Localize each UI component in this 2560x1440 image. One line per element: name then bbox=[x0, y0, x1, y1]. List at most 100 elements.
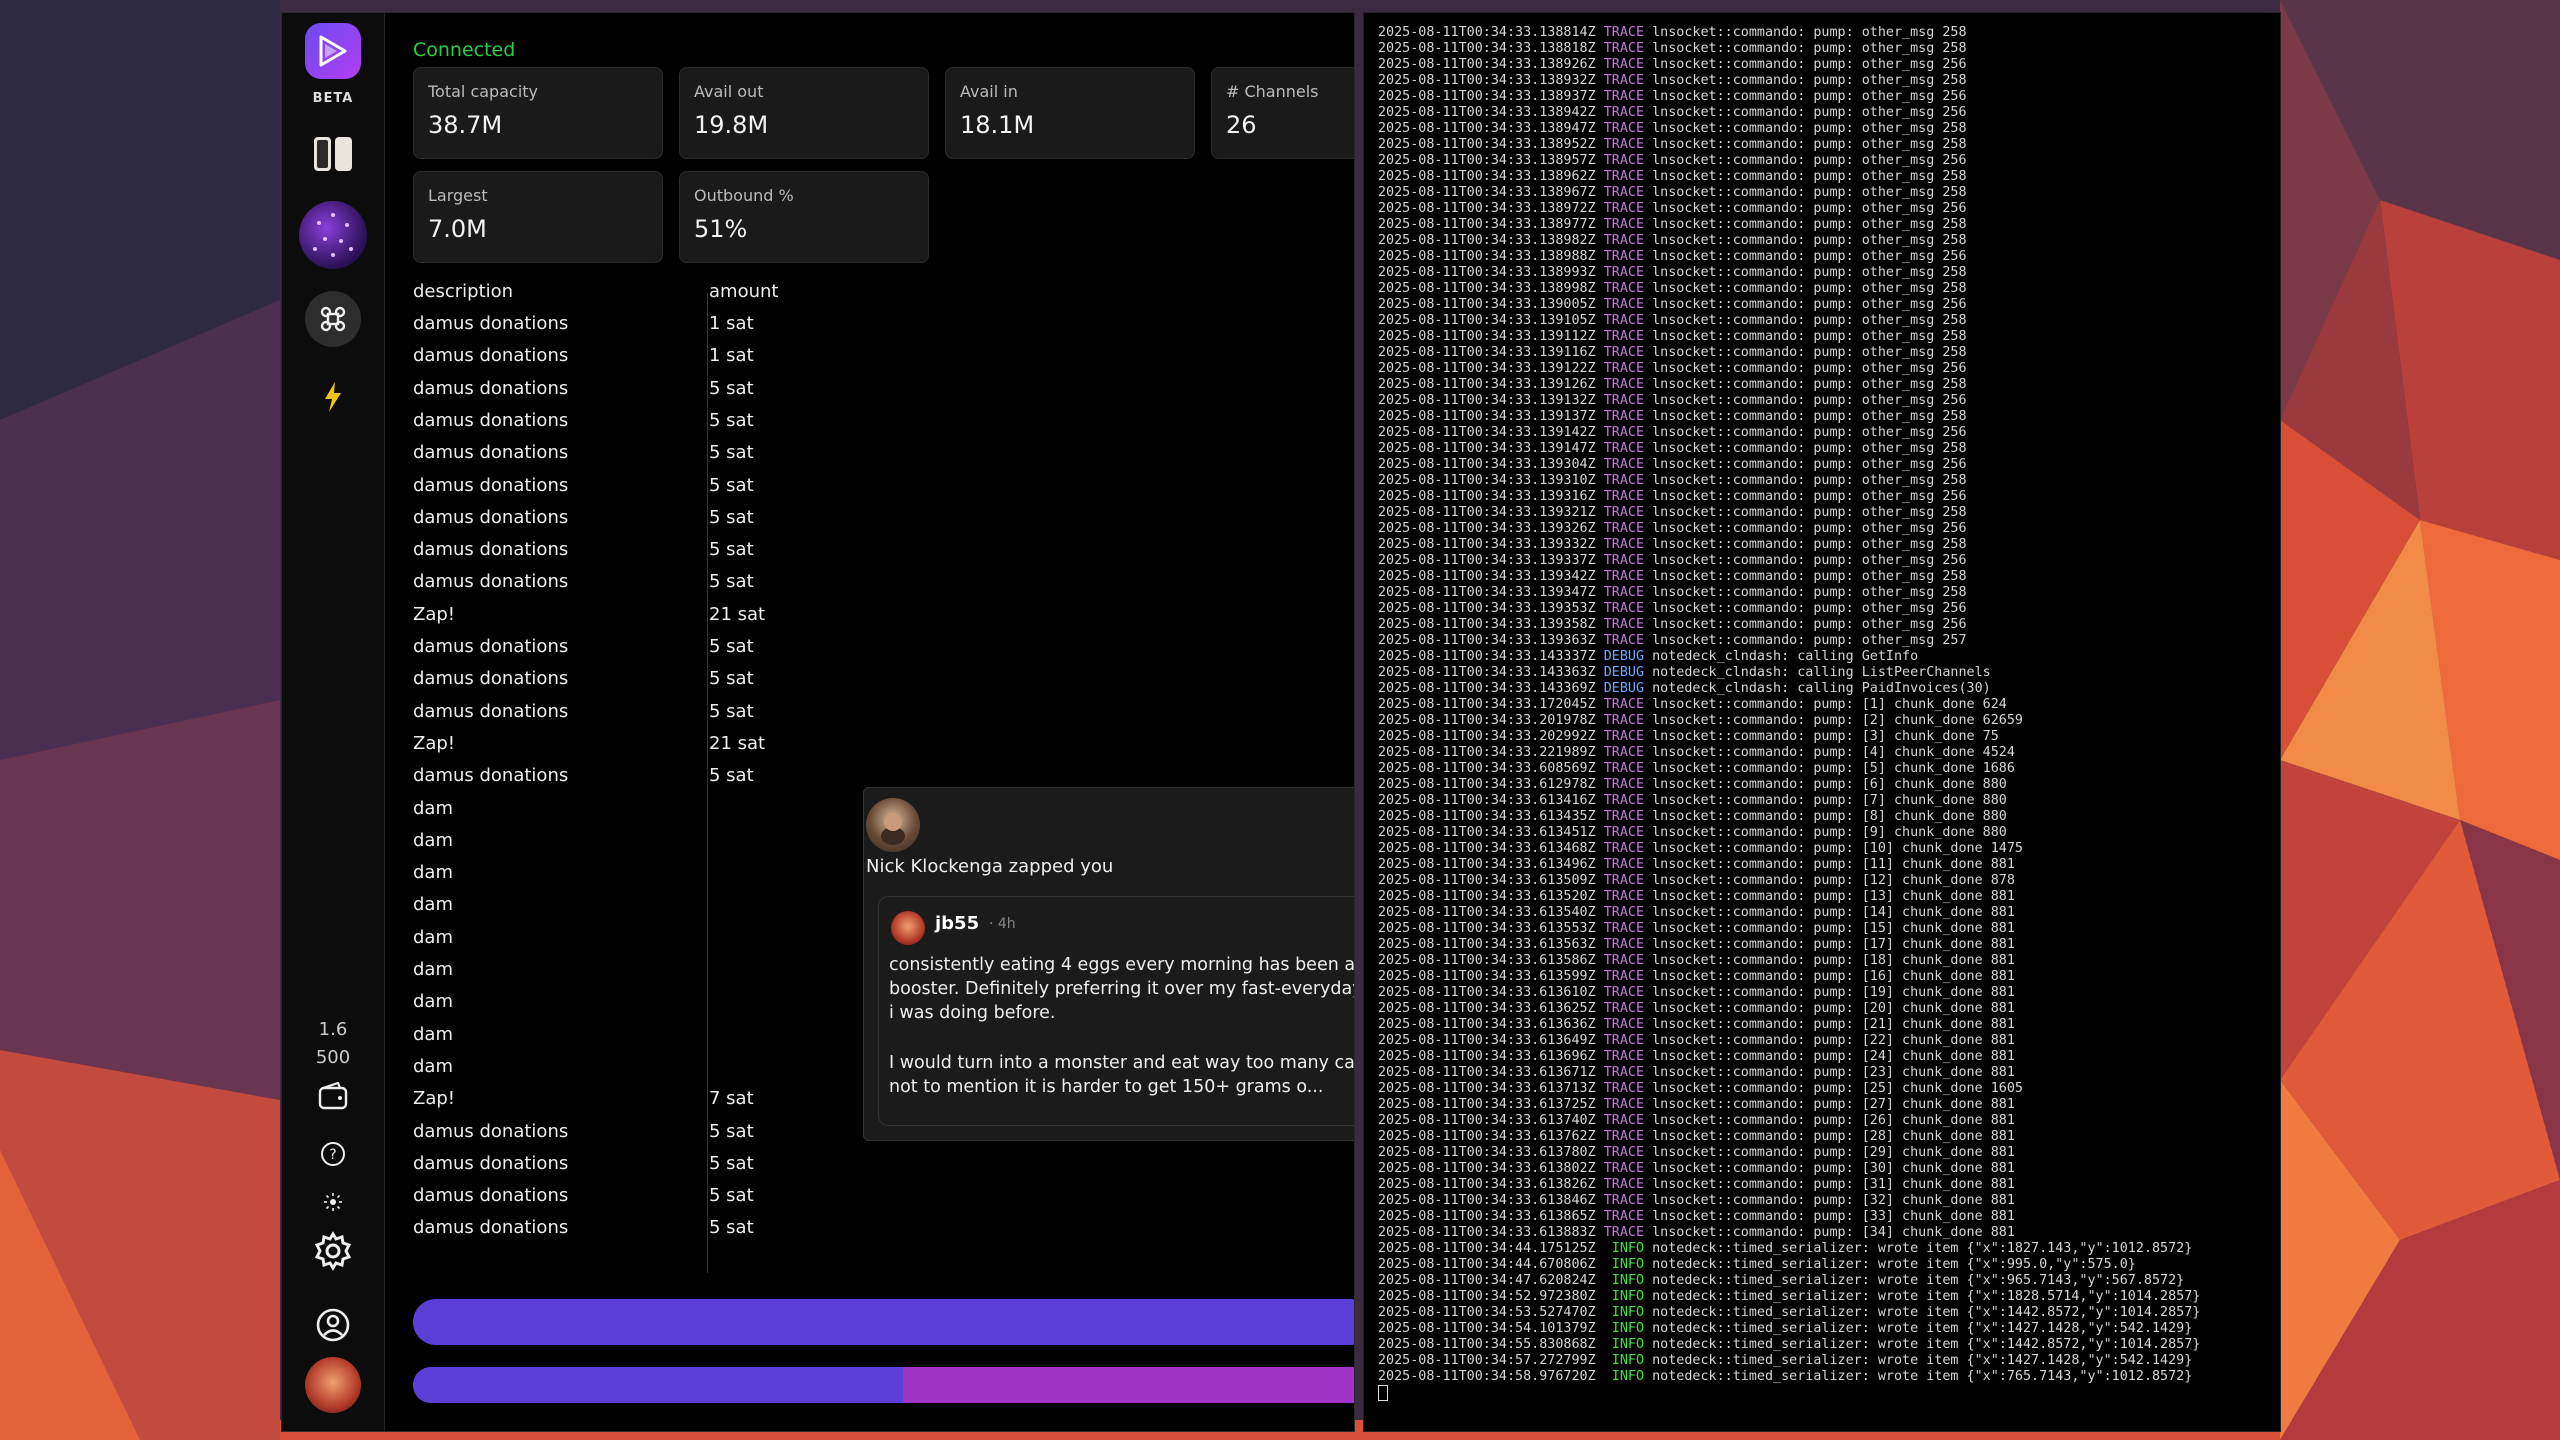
log-line: 2025-08-11T00:34:33.139316Z TRACE lnsock… bbox=[1378, 489, 2200, 505]
log-timestamp: 2025-08-11T00:34:33.138814Z bbox=[1378, 25, 1596, 40]
log-line: 2025-08-11T00:34:33.613865Z TRACE lnsock… bbox=[1378, 1209, 2200, 1225]
log-message: lnsocket::commando: pump: other_msg 256 bbox=[1652, 425, 1967, 440]
row-description: damus donations bbox=[413, 700, 569, 722]
zap-notification-popup[interactable]: Nick Klockenga zapped you jb55 · 4h ··· … bbox=[863, 787, 1355, 1141]
log-timestamp: 2025-08-11T00:34:33.613802Z bbox=[1378, 1161, 1596, 1176]
card-value: 38.7M bbox=[428, 111, 503, 139]
row-description: damus donations bbox=[413, 765, 569, 787]
zapper-avatar[interactable] bbox=[866, 798, 920, 852]
log-level: DEBUG bbox=[1603, 681, 1645, 696]
author-avatar[interactable] bbox=[891, 911, 925, 945]
log-line: 2025-08-11T00:34:33.613520Z TRACE lnsock… bbox=[1378, 889, 2200, 905]
dashboard-icon[interactable] bbox=[305, 291, 361, 347]
log-timestamp: 2025-08-11T00:34:33.139137Z bbox=[1378, 409, 1596, 424]
log-message: notedeck::timed_serializer: wrote item {… bbox=[1652, 1369, 2193, 1384]
profile-avatar-icon[interactable] bbox=[299, 201, 367, 269]
dashboard-panel: Connected Total capacity 38.7M Avail out… bbox=[413, 13, 1355, 1431]
log-message: lnsocket::commando: pump: other_msg 258 bbox=[1652, 409, 1967, 424]
log-message: notedeck_clndash: calling PaidInvoices(3… bbox=[1652, 681, 1991, 696]
author-name[interactable]: jb55 bbox=[935, 913, 979, 934]
connection-status: Connected bbox=[413, 39, 516, 61]
log-line: 2025-08-11T00:34:33.138993Z TRACE lnsock… bbox=[1378, 265, 2200, 281]
log-timestamp: 2025-08-11T00:34:33.172045Z bbox=[1378, 697, 1596, 712]
column-header-description: description bbox=[413, 281, 514, 302]
row-description: damus donations bbox=[413, 377, 569, 399]
zap-title: Nick Klockenga zapped you bbox=[866, 856, 1114, 877]
log-level: TRACE bbox=[1603, 937, 1645, 952]
log-level: TRACE bbox=[1603, 697, 1645, 712]
log-level: TRACE bbox=[1603, 409, 1645, 424]
help-icon[interactable]: ? bbox=[318, 1139, 348, 1169]
row-description: damus donations bbox=[413, 668, 569, 690]
log-timestamp: 2025-08-11T00:34:33.613725Z bbox=[1378, 1097, 1596, 1112]
log-line: 2025-08-11T00:34:33.613435Z TRACE lnsock… bbox=[1378, 809, 2200, 825]
log-level: INFO bbox=[1611, 1321, 1645, 1336]
log-level: TRACE bbox=[1603, 1193, 1645, 1208]
wallet-icon[interactable] bbox=[316, 1079, 350, 1113]
settings-gear-icon[interactable] bbox=[311, 1229, 355, 1273]
log-line: 2025-08-11T00:34:33.613762Z TRACE lnsock… bbox=[1378, 1129, 2200, 1145]
log-level: TRACE bbox=[1603, 105, 1645, 120]
log-line: 2025-08-11T00:34:33.138818Z TRACE lnsock… bbox=[1378, 41, 2200, 57]
log-message: lnsocket::commando: pump: [26] chunk_don… bbox=[1652, 1113, 2015, 1128]
log-line: 2025-08-11T00:34:33.139116Z TRACE lnsock… bbox=[1378, 345, 2200, 361]
log-timestamp: 2025-08-11T00:34:33.613780Z bbox=[1378, 1145, 1596, 1160]
log-line: 2025-08-11T00:34:33.613802Z TRACE lnsock… bbox=[1378, 1161, 2200, 1177]
log-level: INFO bbox=[1611, 1353, 1645, 1368]
theme-sun-icon[interactable] bbox=[320, 1189, 346, 1215]
zapped-note[interactable]: jb55 · 4h ··· consistently eating 4 eggs… bbox=[878, 896, 1355, 1126]
log-timestamp: 2025-08-11T00:34:33.143337Z bbox=[1378, 649, 1596, 664]
log-line: 2025-08-11T00:34:33.143337Z DEBUG notede… bbox=[1378, 649, 2200, 665]
log-level: TRACE bbox=[1603, 233, 1645, 248]
log-timestamp: 2025-08-11T00:34:33.138967Z bbox=[1378, 185, 1596, 200]
log-message: lnsocket::commando: pump: other_msg 258 bbox=[1652, 329, 1967, 344]
post-paragraph-2: I would turn into a monster and eat way … bbox=[889, 1053, 1355, 1097]
log-level: TRACE bbox=[1603, 361, 1645, 376]
log-level: TRACE bbox=[1603, 777, 1645, 792]
app-logo[interactable] bbox=[305, 23, 361, 79]
log-line: 2025-08-11T00:34:33.138937Z TRACE lnsock… bbox=[1378, 89, 2200, 105]
user-avatar[interactable] bbox=[305, 1357, 361, 1413]
log-timestamp: 2025-08-11T00:34:53.527470Z bbox=[1378, 1305, 1596, 1320]
row-amount: 5 sat bbox=[709, 668, 754, 690]
account-icon[interactable] bbox=[315, 1307, 351, 1343]
log-line: 2025-08-11T00:34:33.613671Z TRACE lnsock… bbox=[1378, 1065, 2200, 1081]
log-message: lnsocket::commando: pump: other_msg 258 bbox=[1652, 473, 1967, 488]
log-timestamp: 2025-08-11T00:34:57.272799Z bbox=[1378, 1353, 1596, 1368]
log-line: 2025-08-11T00:34:33.138957Z TRACE lnsock… bbox=[1378, 153, 2200, 169]
log-level: TRACE bbox=[1603, 473, 1645, 488]
log-message: lnsocket::commando: pump: [30] chunk_don… bbox=[1652, 1161, 2015, 1176]
card-avail-in: Avail in 18.1M bbox=[945, 67, 1195, 159]
log-line: 2025-08-11T00:34:33.139147Z TRACE lnsock… bbox=[1378, 441, 2200, 457]
lightning-icon[interactable] bbox=[318, 379, 348, 415]
log-level: TRACE bbox=[1603, 825, 1645, 840]
log-timestamp: 2025-08-11T00:34:33.139326Z bbox=[1378, 521, 1596, 536]
log-timestamp: 2025-08-11T00:34:33.138988Z bbox=[1378, 249, 1596, 264]
log-timestamp: 2025-08-11T00:34:33.613599Z bbox=[1378, 969, 1596, 984]
column-header-amount: amount bbox=[709, 281, 779, 302]
log-level: INFO bbox=[1611, 1273, 1645, 1288]
log-line: 2025-08-11T00:34:33.613509Z TRACE lnsock… bbox=[1378, 873, 2200, 889]
log-message: lnsocket::commando: pump: other_msg 256 bbox=[1652, 457, 1967, 472]
log-message: lnsocket::commando: pump: [14] chunk_don… bbox=[1652, 905, 2015, 920]
terminal-window[interactable]: 2025-08-11T00:34:33.138814Z TRACE lnsock… bbox=[1363, 12, 2281, 1432]
log-message: lnsocket::commando: pump: other_msg 258 bbox=[1652, 217, 1967, 232]
log-level: TRACE bbox=[1603, 201, 1645, 216]
log-line: 2025-08-11T00:34:33.139005Z TRACE lnsock… bbox=[1378, 297, 2200, 313]
damus-logo-icon bbox=[319, 35, 347, 67]
log-message: lnsocket::commando: pump: [6] chunk_done… bbox=[1652, 777, 2007, 792]
log-message: lnsocket::commando: pump: [25] chunk_don… bbox=[1652, 1081, 2023, 1096]
log-message: lnsocket::commando: pump: [19] chunk_don… bbox=[1652, 985, 2015, 1000]
log-line: 2025-08-11T00:34:33.139137Z TRACE lnsock… bbox=[1378, 409, 2200, 425]
capacity-bar bbox=[413, 1299, 1354, 1345]
log-timestamp: 2025-08-11T00:34:33.138962Z bbox=[1378, 169, 1596, 184]
log-message: lnsocket::commando: pump: other_msg 256 bbox=[1652, 601, 1967, 616]
beta-label: BETA bbox=[312, 91, 354, 106]
log-timestamp: 2025-08-11T00:34:33.613496Z bbox=[1378, 857, 1596, 872]
log-message: lnsocket::commando: pump: other_msg 258 bbox=[1652, 441, 1967, 456]
columns-icon[interactable] bbox=[312, 133, 354, 175]
log-timestamp: 2025-08-11T00:34:33.613846Z bbox=[1378, 1193, 1596, 1208]
log-level: TRACE bbox=[1603, 393, 1645, 408]
log-message: lnsocket::commando: pump: [12] chunk_don… bbox=[1652, 873, 2015, 888]
log-line: 2025-08-11T00:34:33.138942Z TRACE lnsock… bbox=[1378, 105, 2200, 121]
